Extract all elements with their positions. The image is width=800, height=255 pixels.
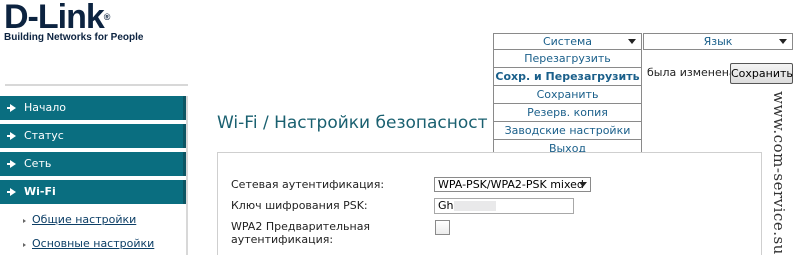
watermark: www.com-service.su [769,91,789,255]
sidebar-subitem-label: Основные настройки [32,237,155,250]
psk-label: Ключ шифрования PSK: [231,199,368,212]
logo-text: D-Link [4,0,105,36]
sidebar-subitem-general-settings[interactable]: Общие настройки [0,208,187,232]
sidebar-item-wifi[interactable]: Wi-Fi [0,180,187,204]
psk-key-input[interactable]: Gh [434,198,574,214]
chevron-down-icon [579,182,587,187]
bullet-icon [23,243,26,247]
arrow-right-icon [7,188,16,196]
wpa2-preauth-label-line1: WPA2 Предварительная [231,220,371,233]
auth-type-value: WPA-PSK/WPA2-PSK mixed [438,178,584,191]
system-select-label: Система [542,35,593,48]
watermark-text: www.com-service.su [770,91,788,255]
arrow-right-icon [7,160,16,168]
sidebar-item-label: Статус [24,129,64,142]
page-title: Wi-Fi / Настройки безопасност [217,113,488,133]
menu-item-save[interactable]: Сохранить [494,86,641,104]
sidebar-item-label: Начало [24,101,67,114]
logo-wordmark: D-Link® [4,0,143,34]
menu-item-backup[interactable]: Резерв. копия [494,104,641,122]
sidebar-subitem-label: Общие настройки [32,213,137,226]
sidebar-item-status[interactable]: Статус [0,124,187,148]
arrow-right-icon [7,104,16,112]
chevron-down-icon [628,39,636,44]
psk-key-value: Gh [438,199,454,212]
menu-item-factory-reset[interactable]: Заводские настройки [494,122,641,140]
arrow-right-icon [7,132,16,140]
system-dropdown-menu: Перезагрузить Сохр. и Перезагрузить Сохр… [493,49,642,159]
sidebar-divider [5,84,188,86]
wpa2-preauth-label: WPA2 Предварительная аутентификация: [231,220,370,246]
wpa2-preauth-label-line2: аутентификация: [231,233,334,246]
save-button[interactable]: Сохранить [730,63,793,84]
sidebar-item-label: Сеть [24,157,52,170]
system-menu-select[interactable]: Система [493,33,642,50]
redacted-key-area [454,201,496,211]
wpa2-preauth-checkbox[interactable] [435,220,450,235]
logo-tagline: Building Networks for People [4,32,144,43]
auth-type-select[interactable]: WPA-PSK/WPA2-PSK mixed [434,177,591,192]
sidebar-subitem-basic-settings[interactable]: Основные настройки [0,232,187,255]
sidebar-separator [186,96,188,255]
language-select-label: Язык [703,35,733,48]
logo-reg-mark: ® [103,12,111,22]
sidebar-item-label: Wi-Fi [24,185,56,198]
sidebar-nav: Начало Статус Сеть Wi-Fi Общие настройки… [0,96,187,255]
language-select[interactable]: Язык [643,33,793,50]
chevron-down-icon [779,39,787,44]
menu-item-reboot[interactable]: Перезагрузить [494,50,641,68]
menu-item-save-and-reboot[interactable]: Сохр. и Перезагрузить [494,68,641,86]
sidebar-item-network[interactable]: Сеть [0,152,187,176]
sidebar-item-home[interactable]: Начало [0,96,187,120]
dlink-logo: D-Link® Building Networks for People [4,0,143,43]
auth-label: Сетевая аутентификация: [231,178,385,191]
bullet-icon [23,219,26,223]
config-changed-notice: была изменена [647,66,736,79]
